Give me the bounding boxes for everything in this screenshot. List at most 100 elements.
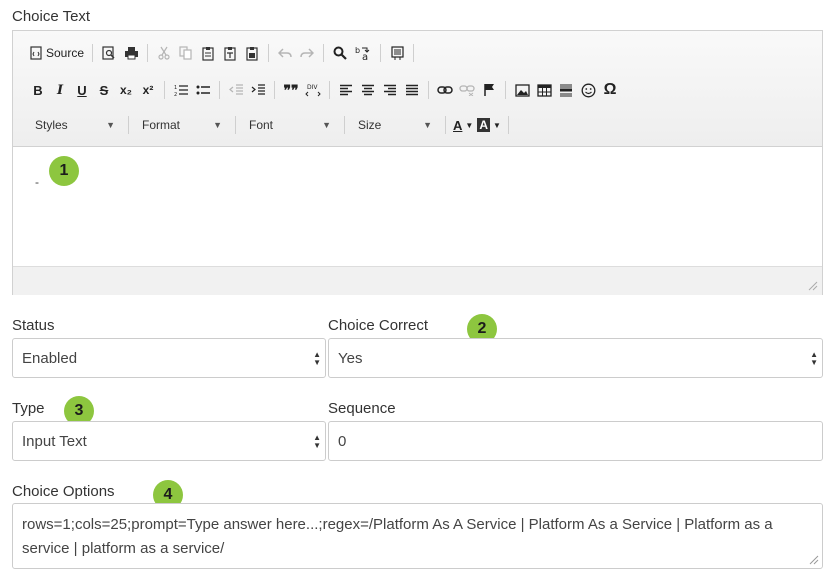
numbered-list-button[interactable]: 12 bbox=[170, 79, 192, 101]
link-icon bbox=[437, 86, 453, 94]
underline-button[interactable]: U bbox=[71, 79, 93, 101]
toolbar-row-3: Styles ▼ Format ▼ Font ▼ Size ▼ A ▼ A ▼ bbox=[27, 112, 514, 138]
horizontal-line-button[interactable] bbox=[555, 79, 577, 101]
toolbar-separator bbox=[147, 44, 149, 62]
decrease-indent-button[interactable] bbox=[225, 79, 247, 101]
select-arrows-icon: ▲ ▼ bbox=[313, 433, 321, 450]
resize-handle-icon[interactable] bbox=[809, 555, 819, 565]
select-all-icon bbox=[390, 45, 404, 60]
callout-badge-1: 1 bbox=[49, 156, 79, 186]
choice-correct-label: Choice Correct bbox=[328, 317, 429, 334]
source-button[interactable]: Source bbox=[27, 42, 87, 64]
background-color-button[interactable]: A ▼ bbox=[475, 114, 503, 136]
select-arrows-icon: ▲ ▼ bbox=[810, 350, 818, 367]
div-container-icon: DIV bbox=[305, 84, 321, 96]
link-button[interactable] bbox=[434, 79, 456, 101]
type-select[interactable]: Input Text ▲ ▼ bbox=[12, 421, 326, 461]
cut-button[interactable] bbox=[153, 42, 175, 64]
format-dropdown[interactable]: Format ▼ bbox=[134, 114, 230, 136]
indent-icon bbox=[251, 83, 265, 95]
create-div-button[interactable]: DIV bbox=[302, 79, 324, 101]
toolbar-row-1: Source b a bbox=[27, 40, 419, 66]
undo-button[interactable] bbox=[274, 42, 296, 64]
smiley-button[interactable] bbox=[577, 79, 599, 101]
bulleted-list-button[interactable] bbox=[192, 79, 214, 101]
increase-indent-button[interactable] bbox=[247, 79, 269, 101]
toolbar-separator bbox=[128, 116, 129, 134]
strikethrough-button[interactable]: S bbox=[93, 79, 115, 101]
sequence-label: Sequence bbox=[328, 400, 396, 417]
toolbar-separator bbox=[274, 81, 275, 99]
rich-text-editor: Source b a B I U S x₂ x² 1 2 ❞❞ DIV Ω St… bbox=[12, 30, 823, 295]
choice-text-label: Choice Text bbox=[12, 8, 91, 25]
subscript-button[interactable]: x₂ bbox=[115, 79, 137, 101]
undo-icon bbox=[278, 48, 292, 58]
choice-options-value: rows=1;cols=25;prompt=Type answer here..… bbox=[22, 516, 773, 557]
text-color-icon: A bbox=[453, 117, 463, 133]
preview-icon bbox=[102, 46, 115, 60]
align-right-button[interactable] bbox=[379, 79, 401, 101]
svg-text:DIV: DIV bbox=[307, 84, 318, 91]
print-icon bbox=[124, 47, 138, 60]
flag-icon bbox=[484, 84, 494, 96]
redo-button[interactable] bbox=[296, 42, 318, 64]
image-button[interactable] bbox=[511, 79, 533, 101]
resize-handle-icon[interactable] bbox=[808, 281, 818, 291]
type-label: Type bbox=[12, 400, 45, 417]
chevron-down-icon: ▼ bbox=[492, 120, 501, 130]
special-char-button[interactable]: Ω bbox=[599, 79, 621, 101]
chevron-down-icon: ▼ bbox=[465, 120, 474, 130]
paste-text-button[interactable] bbox=[219, 42, 241, 64]
svg-text:1: 1 bbox=[174, 85, 177, 91]
choice-correct-select[interactable]: Yes ▲ ▼ bbox=[328, 338, 823, 378]
superscript-button[interactable]: x² bbox=[137, 79, 159, 101]
font-dropdown-label: Font bbox=[249, 118, 274, 132]
toolbar-separator bbox=[428, 81, 429, 99]
choice-options-textarea[interactable]: rows=1;cols=25;prompt=Type answer here..… bbox=[12, 503, 823, 569]
bold-button[interactable]: B bbox=[27, 79, 49, 101]
blockquote-button[interactable]: ❞❞ bbox=[280, 79, 302, 101]
type-select-value: Input Text bbox=[22, 432, 87, 450]
italic-button[interactable]: I bbox=[49, 79, 71, 101]
preview-button[interactable] bbox=[98, 42, 120, 64]
unlink-button[interactable] bbox=[456, 79, 478, 101]
status-select[interactable]: Enabled ▲ ▼ bbox=[12, 338, 326, 378]
toolbar-separator bbox=[164, 81, 165, 99]
align-center-button[interactable] bbox=[357, 79, 379, 101]
format-dropdown-label: Format bbox=[142, 118, 181, 132]
paste-button[interactable] bbox=[197, 42, 219, 64]
styles-dropdown[interactable]: Styles ▼ bbox=[27, 114, 123, 136]
svg-text:2: 2 bbox=[174, 92, 177, 97]
find-button[interactable] bbox=[329, 42, 351, 64]
toolbar-separator bbox=[505, 81, 506, 99]
toolbar-separator bbox=[413, 44, 415, 62]
sequence-input[interactable]: 0 bbox=[328, 421, 823, 461]
svg-text:a: a bbox=[362, 52, 368, 61]
select-all-button[interactable] bbox=[386, 42, 408, 64]
copy-button[interactable] bbox=[175, 42, 197, 64]
replace-icon: ba bbox=[355, 46, 370, 61]
table-button[interactable] bbox=[533, 79, 555, 101]
chevron-down-icon: ▼ bbox=[213, 120, 222, 130]
anchor-button[interactable] bbox=[478, 79, 500, 101]
toolbar-separator bbox=[219, 81, 220, 99]
replace-button[interactable]: ba bbox=[351, 42, 375, 64]
source-icon bbox=[30, 46, 42, 60]
sequence-input-value: 0 bbox=[338, 432, 347, 450]
size-dropdown[interactable]: Size ▼ bbox=[350, 114, 440, 136]
paste-word-button[interactable] bbox=[241, 42, 263, 64]
print-button[interactable] bbox=[120, 42, 142, 64]
editor-content-area[interactable]: - bbox=[13, 147, 822, 266]
toolbar-separator bbox=[380, 44, 382, 62]
styles-dropdown-label: Styles bbox=[35, 118, 68, 132]
align-justify-icon bbox=[406, 84, 418, 96]
status-select-value: Enabled bbox=[22, 349, 78, 367]
justify-button[interactable] bbox=[401, 79, 423, 101]
toolbar-separator bbox=[344, 116, 345, 134]
editor-toolbar: Source b a B I U S x₂ x² 1 2 ❞❞ DIV Ω St… bbox=[13, 31, 822, 147]
text-color-button[interactable]: A ▼ bbox=[451, 114, 475, 136]
font-dropdown[interactable]: Font ▼ bbox=[241, 114, 339, 136]
toolbar-separator bbox=[235, 116, 236, 134]
paste-text-icon bbox=[224, 46, 236, 61]
align-left-button[interactable] bbox=[335, 79, 357, 101]
